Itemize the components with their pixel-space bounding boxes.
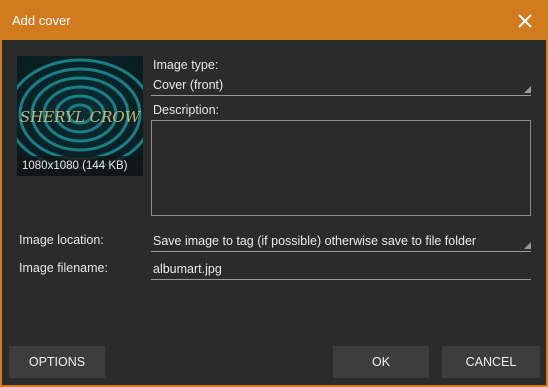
dropdown-arrow-icon <box>524 86 531 93</box>
cover-art-text: SHERYL CROW <box>20 108 142 126</box>
cancel-button[interactable]: CANCEL <box>442 346 540 378</box>
description-label: Description: <box>153 103 219 117</box>
image-filename-value: albumart.jpg <box>153 262 222 276</box>
ok-button[interactable]: OK <box>333 346 429 378</box>
image-type-label: Image type: <box>153 58 219 72</box>
image-filename-input[interactable]: albumart.jpg <box>151 260 531 280</box>
image-location-dropdown[interactable]: Save image to tag (if possible) otherwis… <box>151 232 531 252</box>
cover-dimensions: 1080x1080 (144 KB) <box>17 156 143 176</box>
options-button[interactable]: OPTIONS <box>9 346 105 378</box>
close-button[interactable] <box>514 10 536 32</box>
close-icon <box>518 14 532 28</box>
image-type-dropdown[interactable]: Cover (front) <box>151 76 531 96</box>
image-type-value: Cover (front) <box>153 78 224 92</box>
dropdown-arrow-icon <box>524 242 531 249</box>
description-textarea[interactable] <box>151 120 531 216</box>
add-cover-dialog: Add cover SHERYL CROW 1080x1080 (144 KB)… <box>0 0 548 387</box>
image-filename-label: Image filename: <box>19 261 108 275</box>
dialog-title: Add cover <box>12 13 71 28</box>
cover-image[interactable]: SHERYL CROW 1080x1080 (144 KB) <box>17 56 143 176</box>
title-bar: Add cover <box>2 2 546 40</box>
image-location-label: Image location: <box>19 233 104 247</box>
image-location-value: Save image to tag (if possible) otherwis… <box>153 234 477 248</box>
